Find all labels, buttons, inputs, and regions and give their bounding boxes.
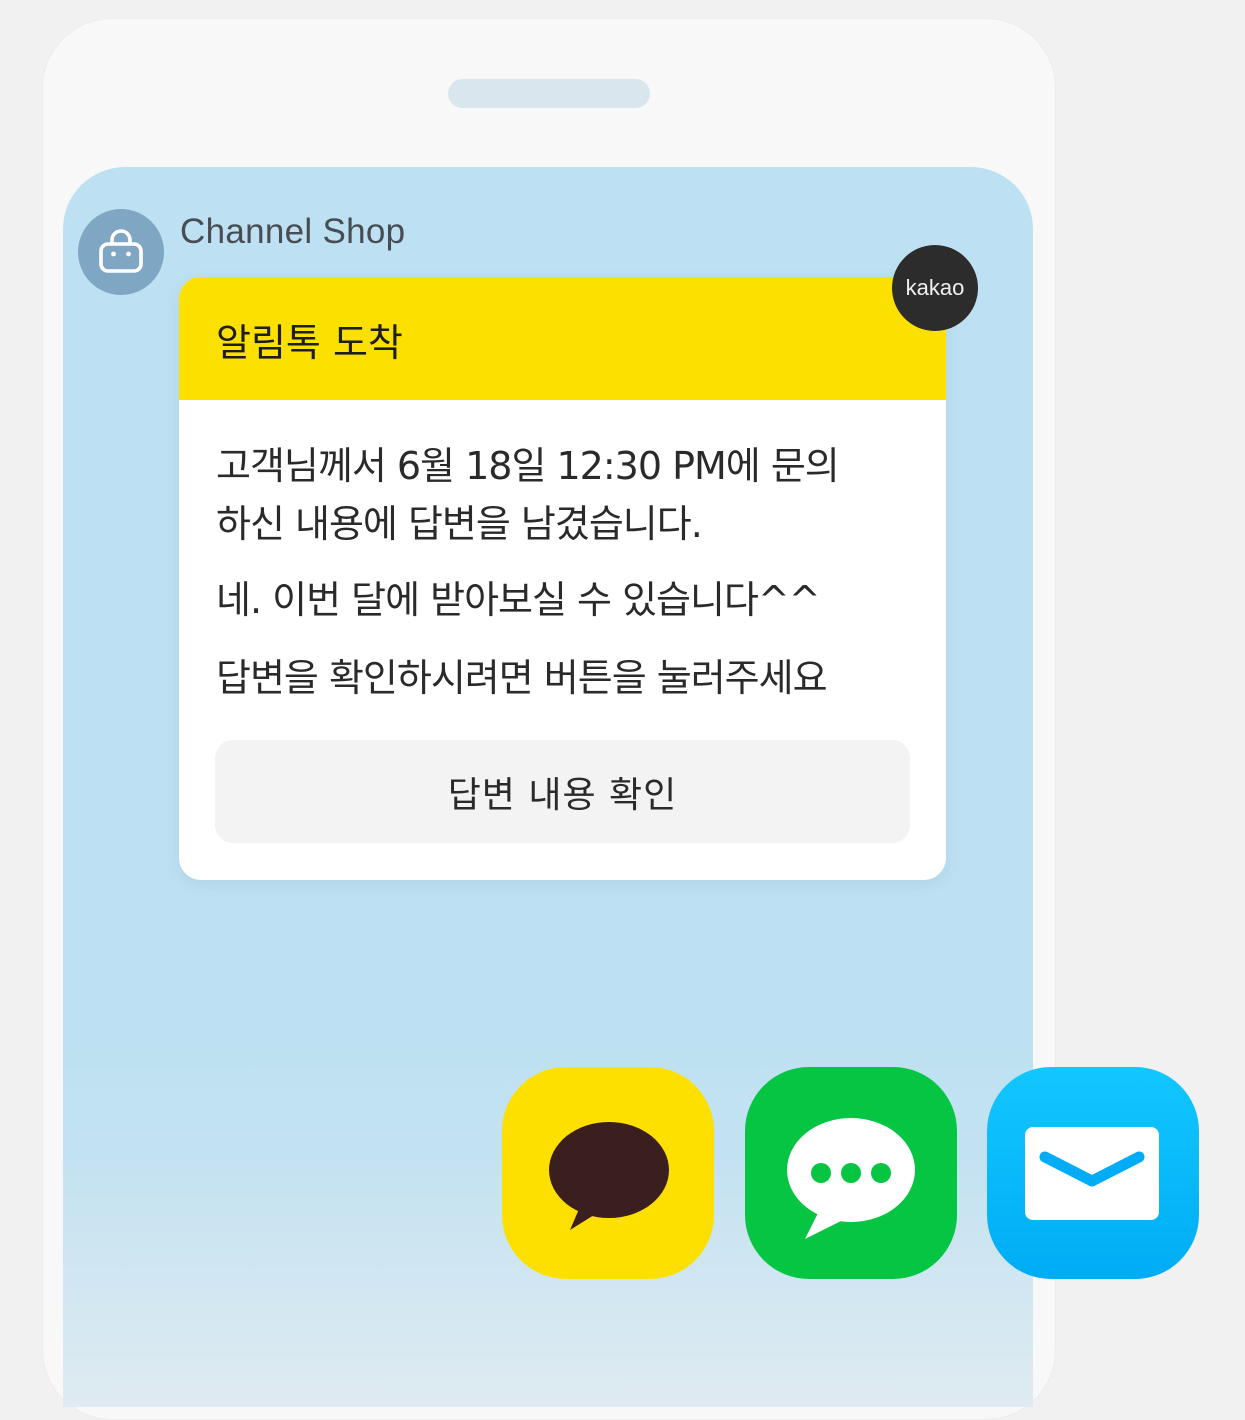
kakaotalk-app[interactable] [502, 1067, 714, 1279]
message-paragraph: 고객님께서 6월 18일 12:30 PM에 문의 하신 내용에 답변을 남겼습… [216, 437, 910, 553]
kakao-badge: kakao [892, 245, 978, 331]
phone-notch [448, 79, 650, 108]
message-line: 네. 이번 달에 받아보실 수 있습니다^^ [216, 578, 821, 622]
card-header-title: 알림톡 도착 [216, 321, 403, 365]
check-answer-button[interactable]: 답변 내용 확인 [215, 740, 910, 843]
card-header: 알림톡 도착 [179, 277, 946, 400]
message-line: 답변을 확인하시려면 버튼을 눌러주세요 [216, 656, 828, 700]
card-body: 고객님께서 6월 18일 12:30 PM에 문의 하신 내용에 답변을 남겼습… [179, 400, 946, 707]
messages-app[interactable] [745, 1067, 957, 1279]
mail-icon [1025, 1127, 1159, 1220]
message-line: 고객님께서 6월 18일 12:30 PM에 문의 [216, 444, 840, 488]
channel-avatar[interactable] [78, 209, 164, 295]
mail-app[interactable] [987, 1067, 1199, 1279]
kakaotalk-icon [549, 1122, 669, 1230]
message-icon [787, 1118, 915, 1239]
shopping-bag-icon [99, 229, 143, 273]
channel-name: Channel Shop [180, 212, 406, 251]
alimtalk-message-card: 알림톡 도착 고객님께서 6월 18일 12:30 PM에 문의 하신 내용에 … [179, 277, 946, 880]
message-line: 하신 내용에 답변을 남겼습니다. [216, 502, 703, 546]
